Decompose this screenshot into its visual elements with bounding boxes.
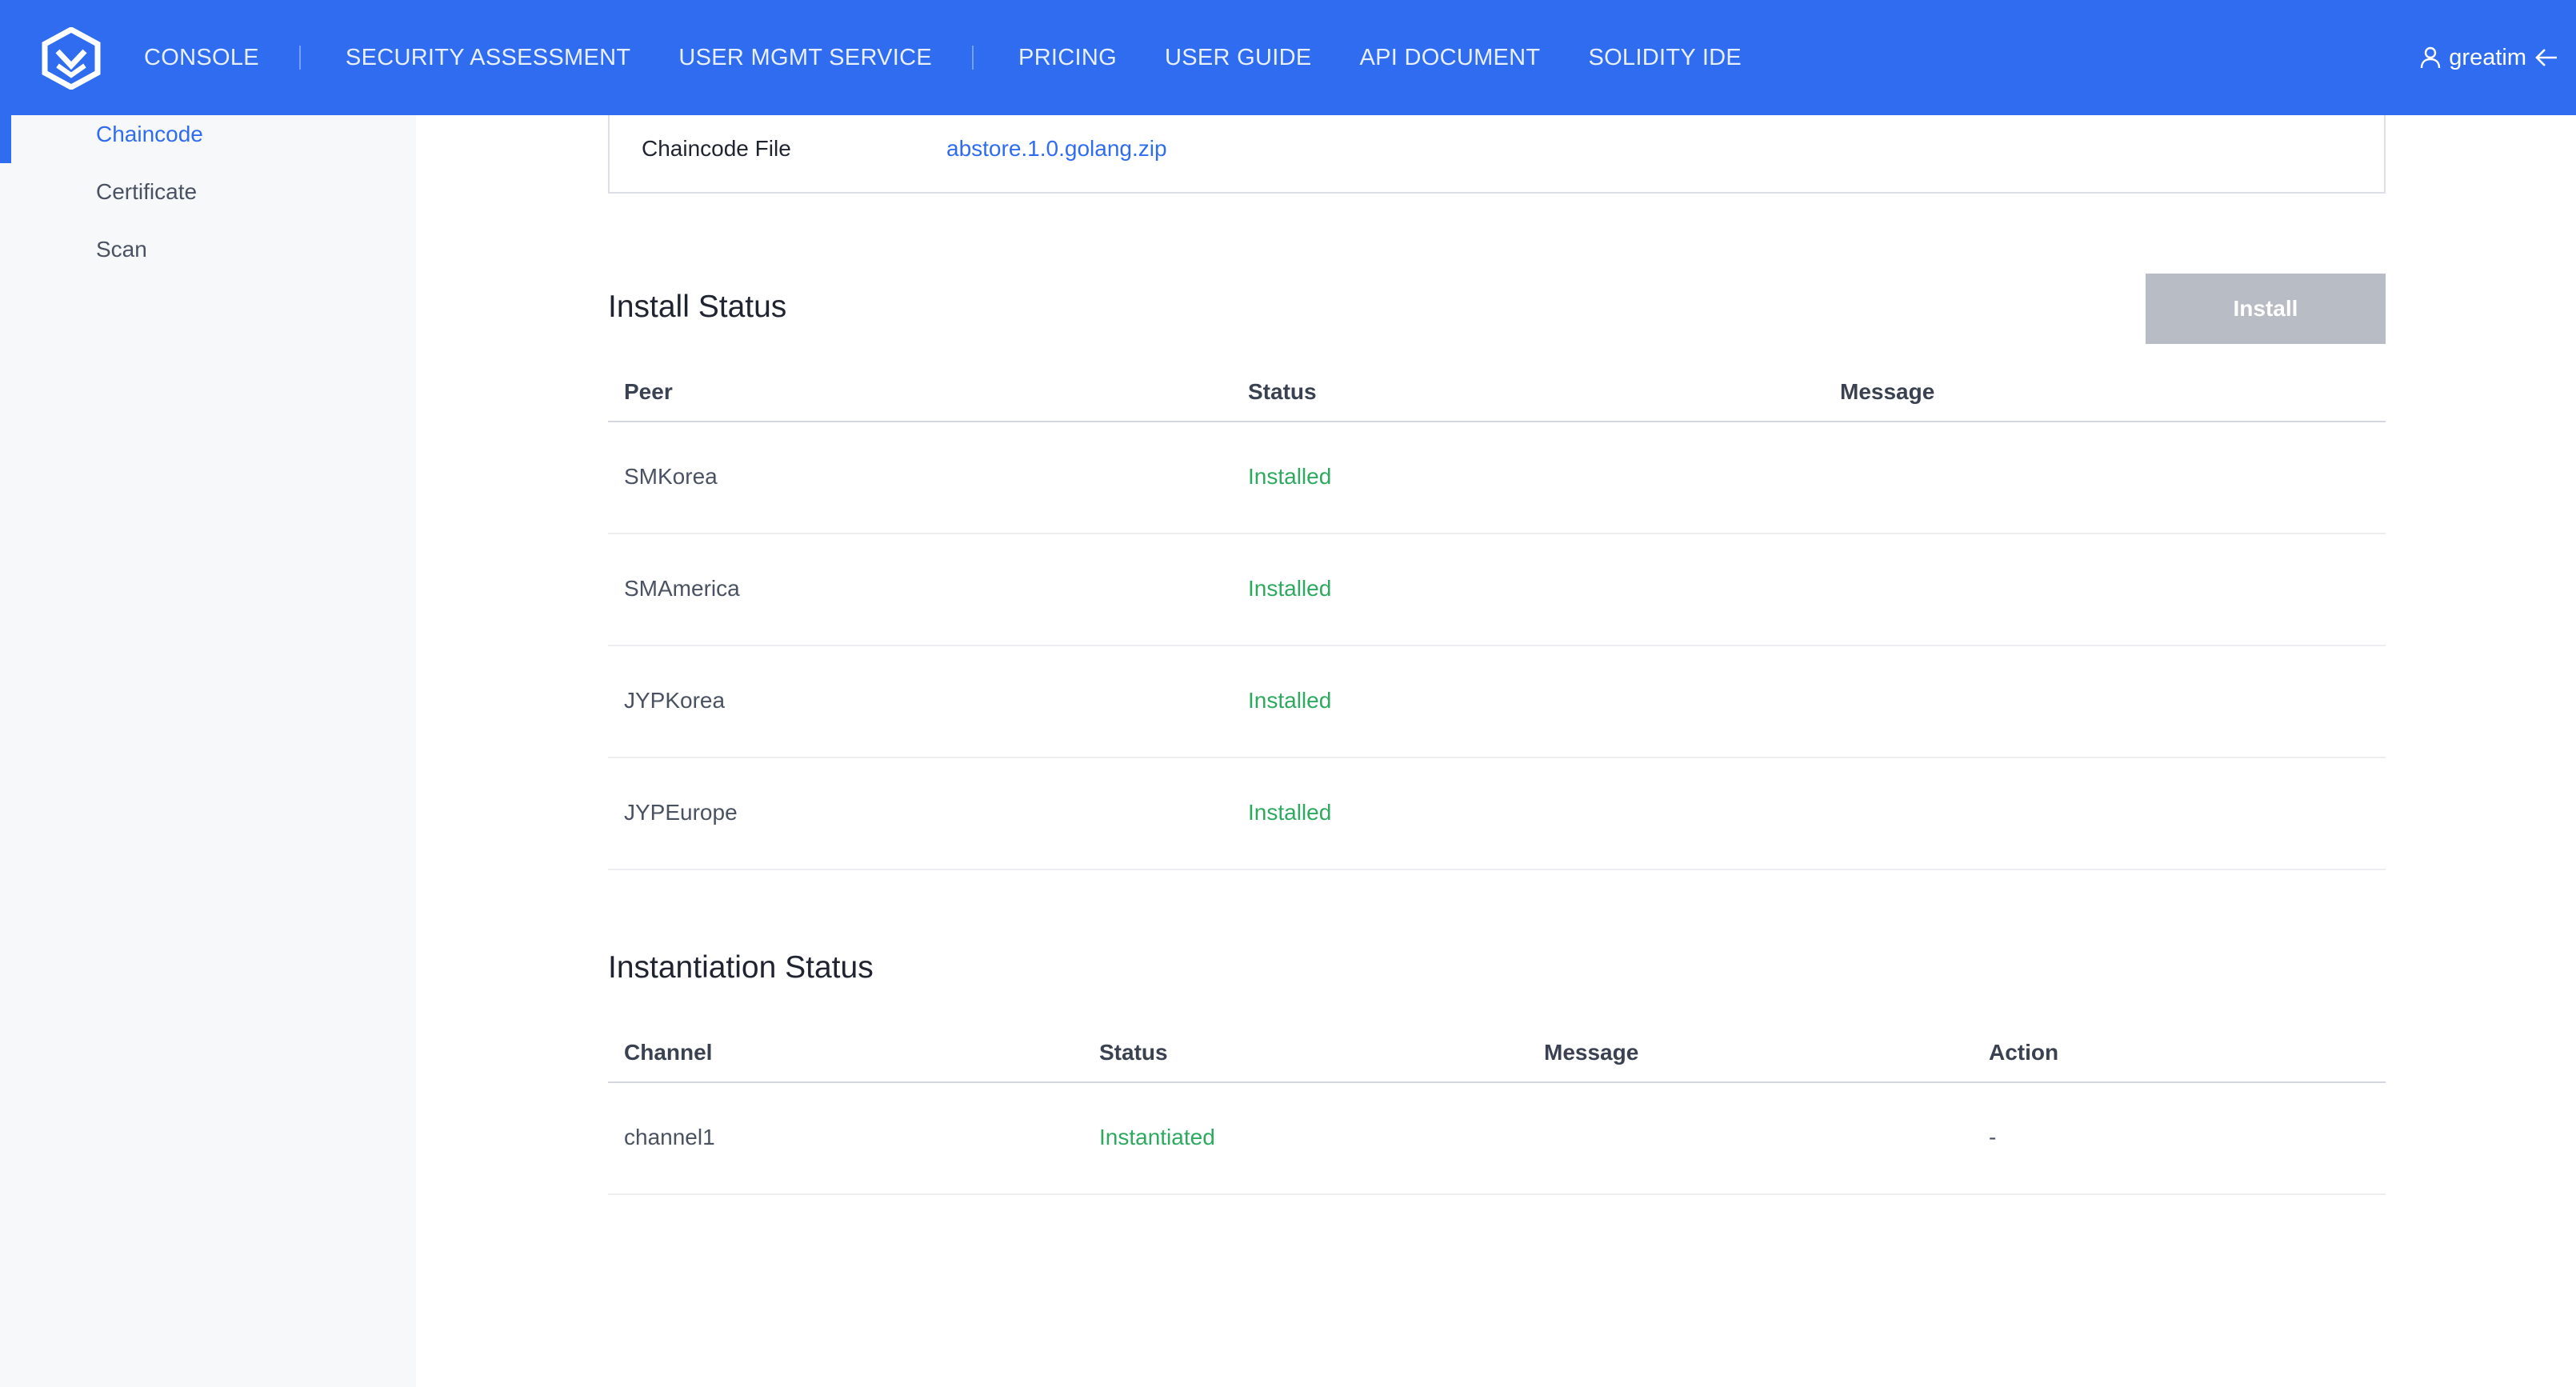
table-row: JYPKorea Installed: [608, 646, 2386, 758]
install-status-value: Installed: [1248, 800, 1332, 825]
nav-divider: [298, 46, 301, 70]
install-status-value: Installed: [1248, 688, 1332, 713]
chaincode-file-label: Chaincode File: [642, 136, 791, 161]
nav-divider: [972, 46, 974, 70]
chaincode-file-link[interactable]: abstore.1.0.golang.zip: [946, 136, 1167, 162]
sidebar-item-certificate[interactable]: Certificate: [96, 179, 197, 205]
nav-user-mgmt-service[interactable]: USER MGMT SERVICE: [678, 45, 932, 71]
nav-solidity-ide[interactable]: SOLIDITY IDE: [1588, 45, 1742, 71]
instantiation-status-title: Instantiation Status: [608, 950, 874, 985]
column-header-action: Action: [1989, 1040, 2059, 1065]
nav-user-guide[interactable]: USER GUIDE: [1165, 45, 1311, 71]
sidebar-item-chaincode[interactable]: Chaincode: [96, 122, 203, 147]
logo-icon[interactable]: [42, 27, 101, 90]
table-row: SMKorea Installed: [608, 422, 2386, 534]
sidebar-active-indicator: [0, 115, 11, 163]
table-header: Peer Status Message: [608, 368, 2386, 422]
peer-name: SMAmerica: [624, 576, 740, 601]
peer-name: SMKorea: [624, 464, 718, 489]
nav-pricing[interactable]: PRICING: [1018, 45, 1117, 71]
sidebar: Chaincode Certificate Scan: [0, 115, 416, 1387]
table-row: channel1 Instantiated -: [608, 1083, 2386, 1195]
install-status-value: Installed: [1248, 464, 1332, 489]
table-row: JYPEurope Installed: [608, 758, 2386, 870]
install-button[interactable]: Install: [2146, 274, 2386, 344]
column-header-message: Message: [1544, 1040, 1639, 1065]
peer-name: JYPKorea: [624, 688, 726, 713]
username: greatim: [2449, 44, 2526, 70]
instantiation-status-value: Instantiated: [1099, 1125, 1215, 1149]
nav-api-document[interactable]: API DOCUMENT: [1359, 45, 1540, 71]
main-nav: CONSOLE SECURITY ASSESSMENT USER MGMT SE…: [144, 0, 1742, 115]
table-header: Channel Status Message Action: [608, 1029, 2386, 1083]
instantiation-status-table: Channel Status Message Action channel1 I…: [608, 1029, 2386, 1195]
table-row: SMAmerica Installed: [608, 534, 2386, 646]
install-status-table: Peer Status Message SMKorea Installed SM…: [608, 368, 2386, 870]
peer-name: JYPEurope: [624, 800, 738, 825]
column-header-status: Status: [1248, 379, 1317, 404]
arrow-left-icon[interactable]: [2534, 47, 2558, 68]
column-header-channel: Channel: [624, 1040, 713, 1065]
column-header-peer: Peer: [624, 379, 673, 404]
sidebar-item-scan[interactable]: Scan: [96, 237, 147, 262]
install-status-value: Installed: [1248, 576, 1332, 601]
user-menu[interactable]: greatim: [2420, 0, 2558, 115]
install-status-title: Install Status: [608, 290, 787, 324]
nav-console[interactable]: CONSOLE: [144, 45, 259, 71]
chaincode-file-panel: Chaincode File abstore.1.0.golang.zip: [608, 115, 2386, 194]
instantiation-action[interactable]: -: [1989, 1125, 1996, 1150]
user-icon: [2421, 46, 2441, 69]
nav-security-assessment[interactable]: SECURITY ASSESSMENT: [346, 45, 630, 71]
channel-name: channel1: [624, 1125, 715, 1149]
column-header-message: Message: [1840, 379, 1935, 404]
column-header-status: Status: [1099, 1040, 1168, 1065]
top-navigation-bar: CONSOLE SECURITY ASSESSMENT USER MGMT SE…: [0, 0, 2576, 115]
